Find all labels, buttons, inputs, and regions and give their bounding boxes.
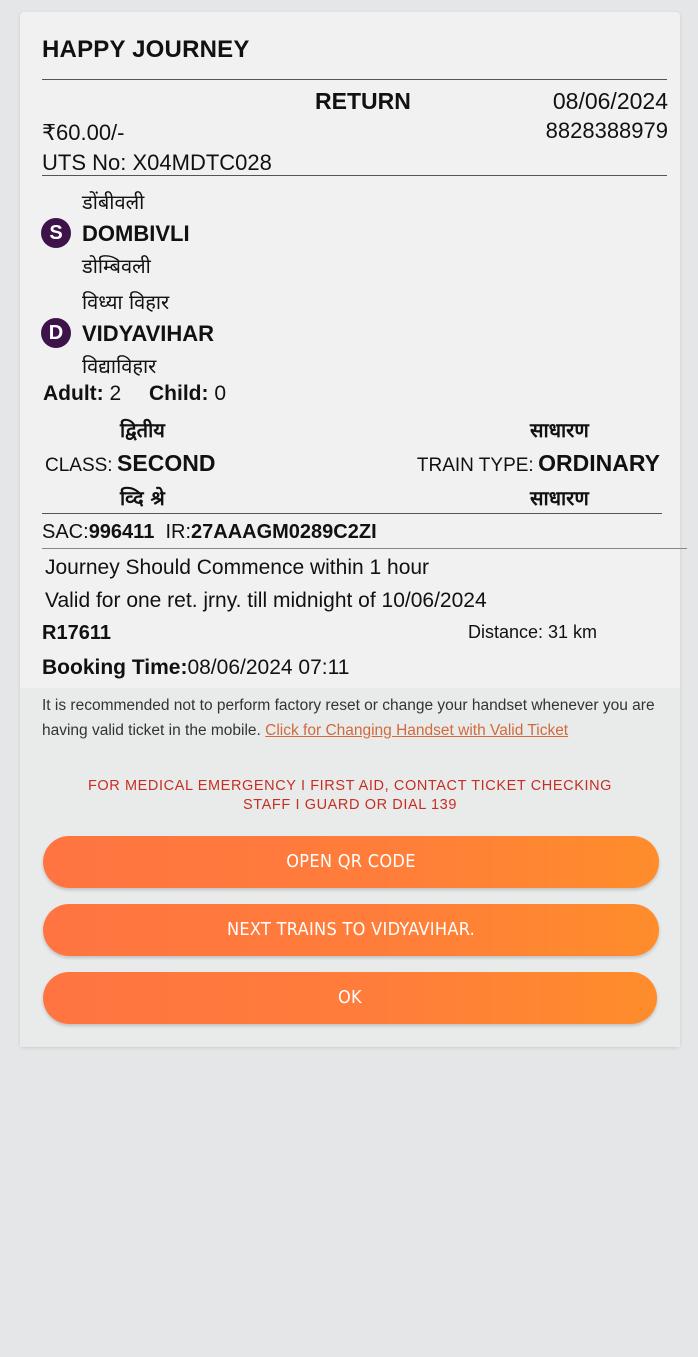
destination-badge: D [41, 318, 71, 348]
train-type-label: TRAIN TYPE: [416, 455, 534, 476]
ticket-title: HAPPY JOURNEY [42, 36, 250, 63]
divider [42, 513, 662, 514]
distance: Distance: 31 km [468, 622, 598, 642]
uts-number: UTS No: X04MDTC028 [42, 150, 272, 176]
child-count: Child: 0 [149, 382, 226, 406]
uts-label: UTS No: [42, 150, 133, 175]
train-type-row: TRAIN TYPE: ORDINARY [417, 450, 660, 477]
train-type-value: ORDINARY [538, 450, 660, 476]
ticket-code: R17611 [42, 622, 111, 644]
journey-date: 08/06/2024 [552, 88, 668, 114]
booking-label: Booking Time: [42, 656, 188, 679]
emergency-notice-line1: FOR MEDICAL EMERGENCY I FIRST AID, CONTA… [87, 778, 613, 794]
class-hindi-bottom: व्दि श्रे [120, 486, 165, 510]
adult-label: Adult: [43, 382, 104, 405]
ticket-card: HAPPY JOURNEY RETURN 08/06/2024 ₹60.00/-… [20, 12, 687, 1047]
destination-station: VIDYAVIHAR [82, 321, 215, 346]
destination-hindi-bottom: विद्याविहार [82, 354, 157, 378]
tax-ids: SAC:996411 IR:27AAAGM0289C2ZI [42, 521, 377, 544]
child-value: 0 [214, 382, 227, 405]
child-label: Child: [149, 382, 209, 405]
handset-notice: It is recommended not to perform factory… [42, 693, 664, 743]
ir-label: IR: [165, 521, 192, 543]
source-hindi-top: डोंबीवली [82, 190, 145, 214]
divider [42, 175, 667, 176]
validity-note: Valid for one ret. jrny. till midnight o… [45, 589, 487, 612]
ok-button[interactable]: OK [43, 972, 657, 1024]
class-value: SECOND [117, 450, 216, 476]
notice-area: It is recommended not to perform factory… [20, 688, 680, 1047]
ir-value: 27AAAGM0289C2ZI [191, 521, 377, 543]
adult-count: Adult: 2 [43, 382, 121, 406]
fare: ₹60.00/- [42, 120, 125, 145]
sac-value: 996411 [88, 521, 155, 543]
journey-type: RETURN [315, 88, 411, 114]
class-row: CLASS: SECOND [45, 450, 215, 477]
next-trains-button[interactable]: NEXT TRAINS TO VIDYAVIHAR. [43, 904, 659, 956]
divider [42, 548, 687, 549]
train-type-hindi-top: साधारण [530, 418, 589, 442]
source-hindi-bottom: डोम्बिवली [82, 254, 151, 278]
adult-value: 2 [109, 382, 122, 405]
destination-hindi-top: विध्या विहार [82, 290, 170, 314]
train-type-hindi-bottom: साधारण [530, 486, 589, 510]
source-station: DOMBIVLI [82, 221, 190, 246]
mobile-number: 8828388979 [545, 118, 668, 143]
commence-note: Journey Should Commence within 1 hour [45, 556, 430, 579]
uts-value: X04MDTC028 [132, 150, 272, 175]
open-qr-code-button[interactable]: OPEN QR CODE [43, 836, 659, 888]
sac-label: SAC: [42, 521, 89, 543]
class-label: CLASS: [45, 455, 113, 476]
emergency-notice-line2: STAFF I GUARD OR DIAL 139 [242, 797, 457, 813]
class-hindi-top: द्वितीय [120, 418, 165, 442]
change-handset-link[interactable]: Click for Changing Handset with Valid Ti… [265, 722, 568, 739]
source-badge: S [41, 218, 71, 248]
booking-time: Booking Time:08/06/2024 07:11 [42, 656, 349, 680]
booking-value: 08/06/2024 07:11 [187, 656, 350, 679]
divider [42, 79, 667, 80]
